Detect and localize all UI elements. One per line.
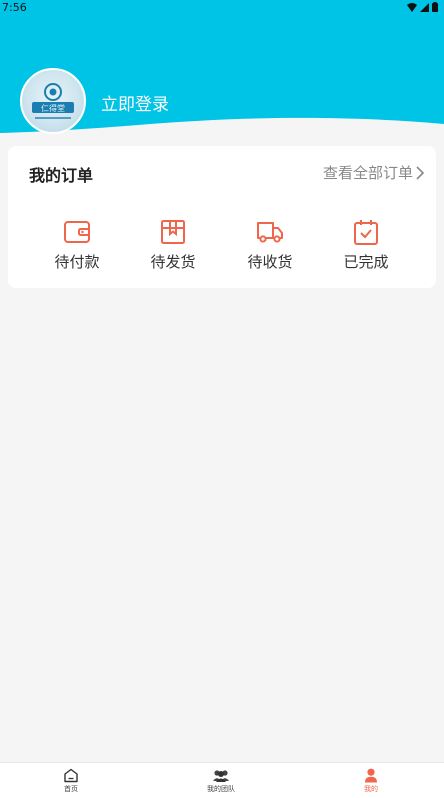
- wifi-icon: [407, 2, 417, 12]
- avatar-logo-icon: 仁得堂: [32, 83, 74, 119]
- tab-label: 我的: [364, 785, 378, 793]
- status-bar: 7:56: [0, 0, 444, 16]
- tab-label: 首页: [64, 785, 78, 793]
- status-time: 7:56: [2, 1, 27, 14]
- svg-text:仁得堂: 仁得堂: [41, 103, 65, 113]
- view-all-orders-link[interactable]: 查看全部订单: [323, 162, 424, 183]
- orders-title: 我的订单: [29, 166, 94, 185]
- order-status-label: 待付款: [54, 253, 100, 271]
- order-status-label: 待发货: [150, 253, 196, 271]
- order-status-pending-payment[interactable]: 待付款: [42, 218, 112, 272]
- view-all-orders-label: 查看全部订单: [322, 164, 413, 182]
- calendar-check-icon: [354, 220, 378, 245]
- chevron-right-icon: [416, 165, 424, 180]
- tab-mine[interactable]: 我的: [331, 768, 411, 794]
- login-link[interactable]: 立即登录: [101, 90, 169, 115]
- order-status-pending-receipt[interactable]: 待收货: [235, 218, 305, 272]
- orders-card: 我的订单 查看全部订单 待付款 待发货 待收货 已完成: [8, 146, 436, 288]
- battery-icon: [432, 2, 438, 12]
- order-status-label: 待收货: [247, 253, 293, 271]
- status-icons: [407, 2, 438, 12]
- delivery-truck-icon: [257, 222, 283, 243]
- tab-home[interactable]: 首页: [31, 768, 111, 794]
- bottom-tab-bar: 首页 我的团队 我的: [0, 762, 444, 798]
- package-icon: [161, 220, 185, 244]
- signal-icon: [420, 2, 429, 12]
- order-status-label: 已完成: [343, 253, 389, 271]
- avatar[interactable]: 仁得堂: [20, 68, 86, 134]
- user-icon: [365, 768, 377, 783]
- team-icon: [213, 770, 229, 782]
- tab-label: 我的团队: [207, 785, 235, 793]
- tab-my-team[interactable]: 我的团队: [181, 768, 261, 794]
- home-icon: [64, 768, 78, 783]
- wallet-icon: [64, 221, 90, 243]
- order-status-pending-shipment[interactable]: 待发货: [138, 218, 208, 272]
- order-status-completed[interactable]: 已完成: [331, 218, 401, 272]
